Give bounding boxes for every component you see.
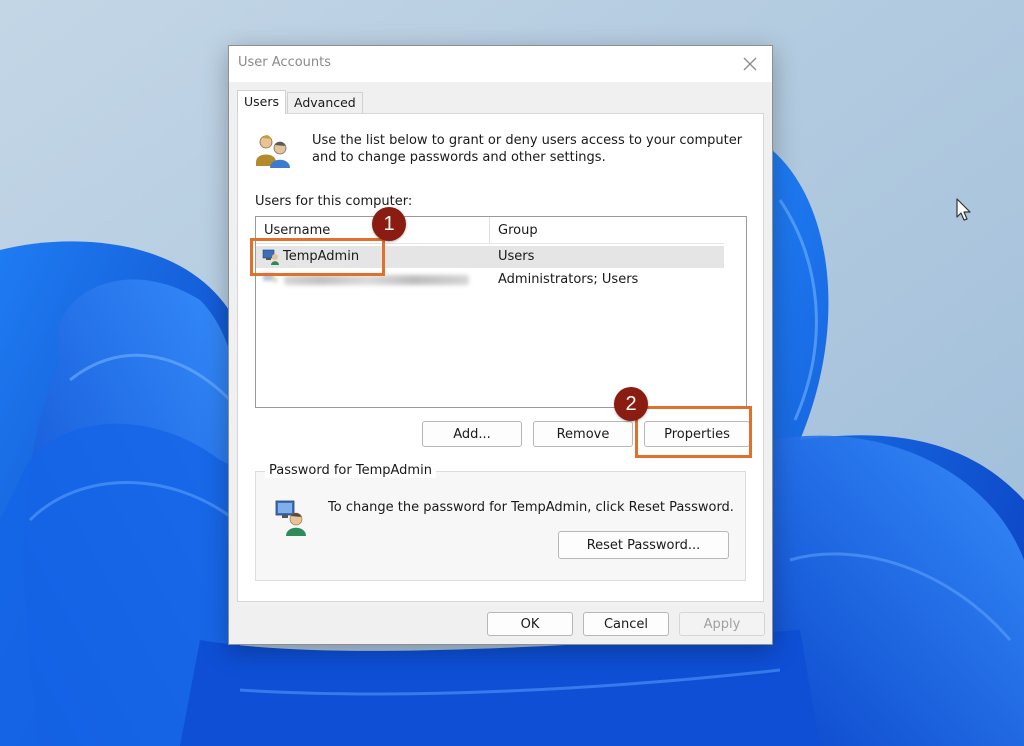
row-group: Users [498, 249, 535, 264]
mouse-cursor-icon [956, 198, 971, 221]
cancel-button[interactable]: Cancel [583, 612, 669, 636]
remove-button[interactable]: Remove [533, 421, 633, 447]
users-group-icon [256, 135, 290, 168]
obscured-username [284, 275, 469, 285]
users-tab-panel: Use the list below to grant or deny user… [237, 113, 764, 602]
title-bar: User Accounts [229, 46, 772, 82]
column-divider[interactable] [489, 217, 490, 243]
highlight-box-tempadmin [250, 238, 385, 276]
column-header-group[interactable]: Group [498, 223, 538, 238]
highlight-box-properties [635, 406, 752, 458]
user-password-icon [275, 500, 306, 536]
close-icon [743, 57, 757, 71]
tab-users[interactable]: Users [237, 90, 287, 114]
close-button[interactable] [732, 50, 768, 78]
step-marker-2: 2 [614, 387, 648, 421]
password-group-legend: Password for TempAdmin [265, 463, 436, 478]
column-header-username[interactable]: Username [264, 223, 330, 238]
add-button[interactable]: Add... [422, 421, 522, 447]
reset-password-button[interactable]: Reset Password... [558, 531, 729, 559]
apply-button[interactable]: Apply [679, 612, 765, 636]
tab-advanced[interactable]: Advanced [287, 92, 363, 113]
window-title: User Accounts [238, 55, 332, 70]
ok-button[interactable]: OK [487, 612, 573, 636]
row-group: Administrators; Users [498, 272, 639, 287]
intro-text: Use the list below to grant or deny user… [312, 133, 743, 165]
password-group-box [255, 471, 746, 581]
step-marker-1: 1 [372, 207, 406, 241]
password-instructions: To change the password for TempAdmin, cl… [328, 500, 734, 515]
user-accounts-dialog: User Accounts Users Advanced Use the lis… [228, 45, 773, 645]
